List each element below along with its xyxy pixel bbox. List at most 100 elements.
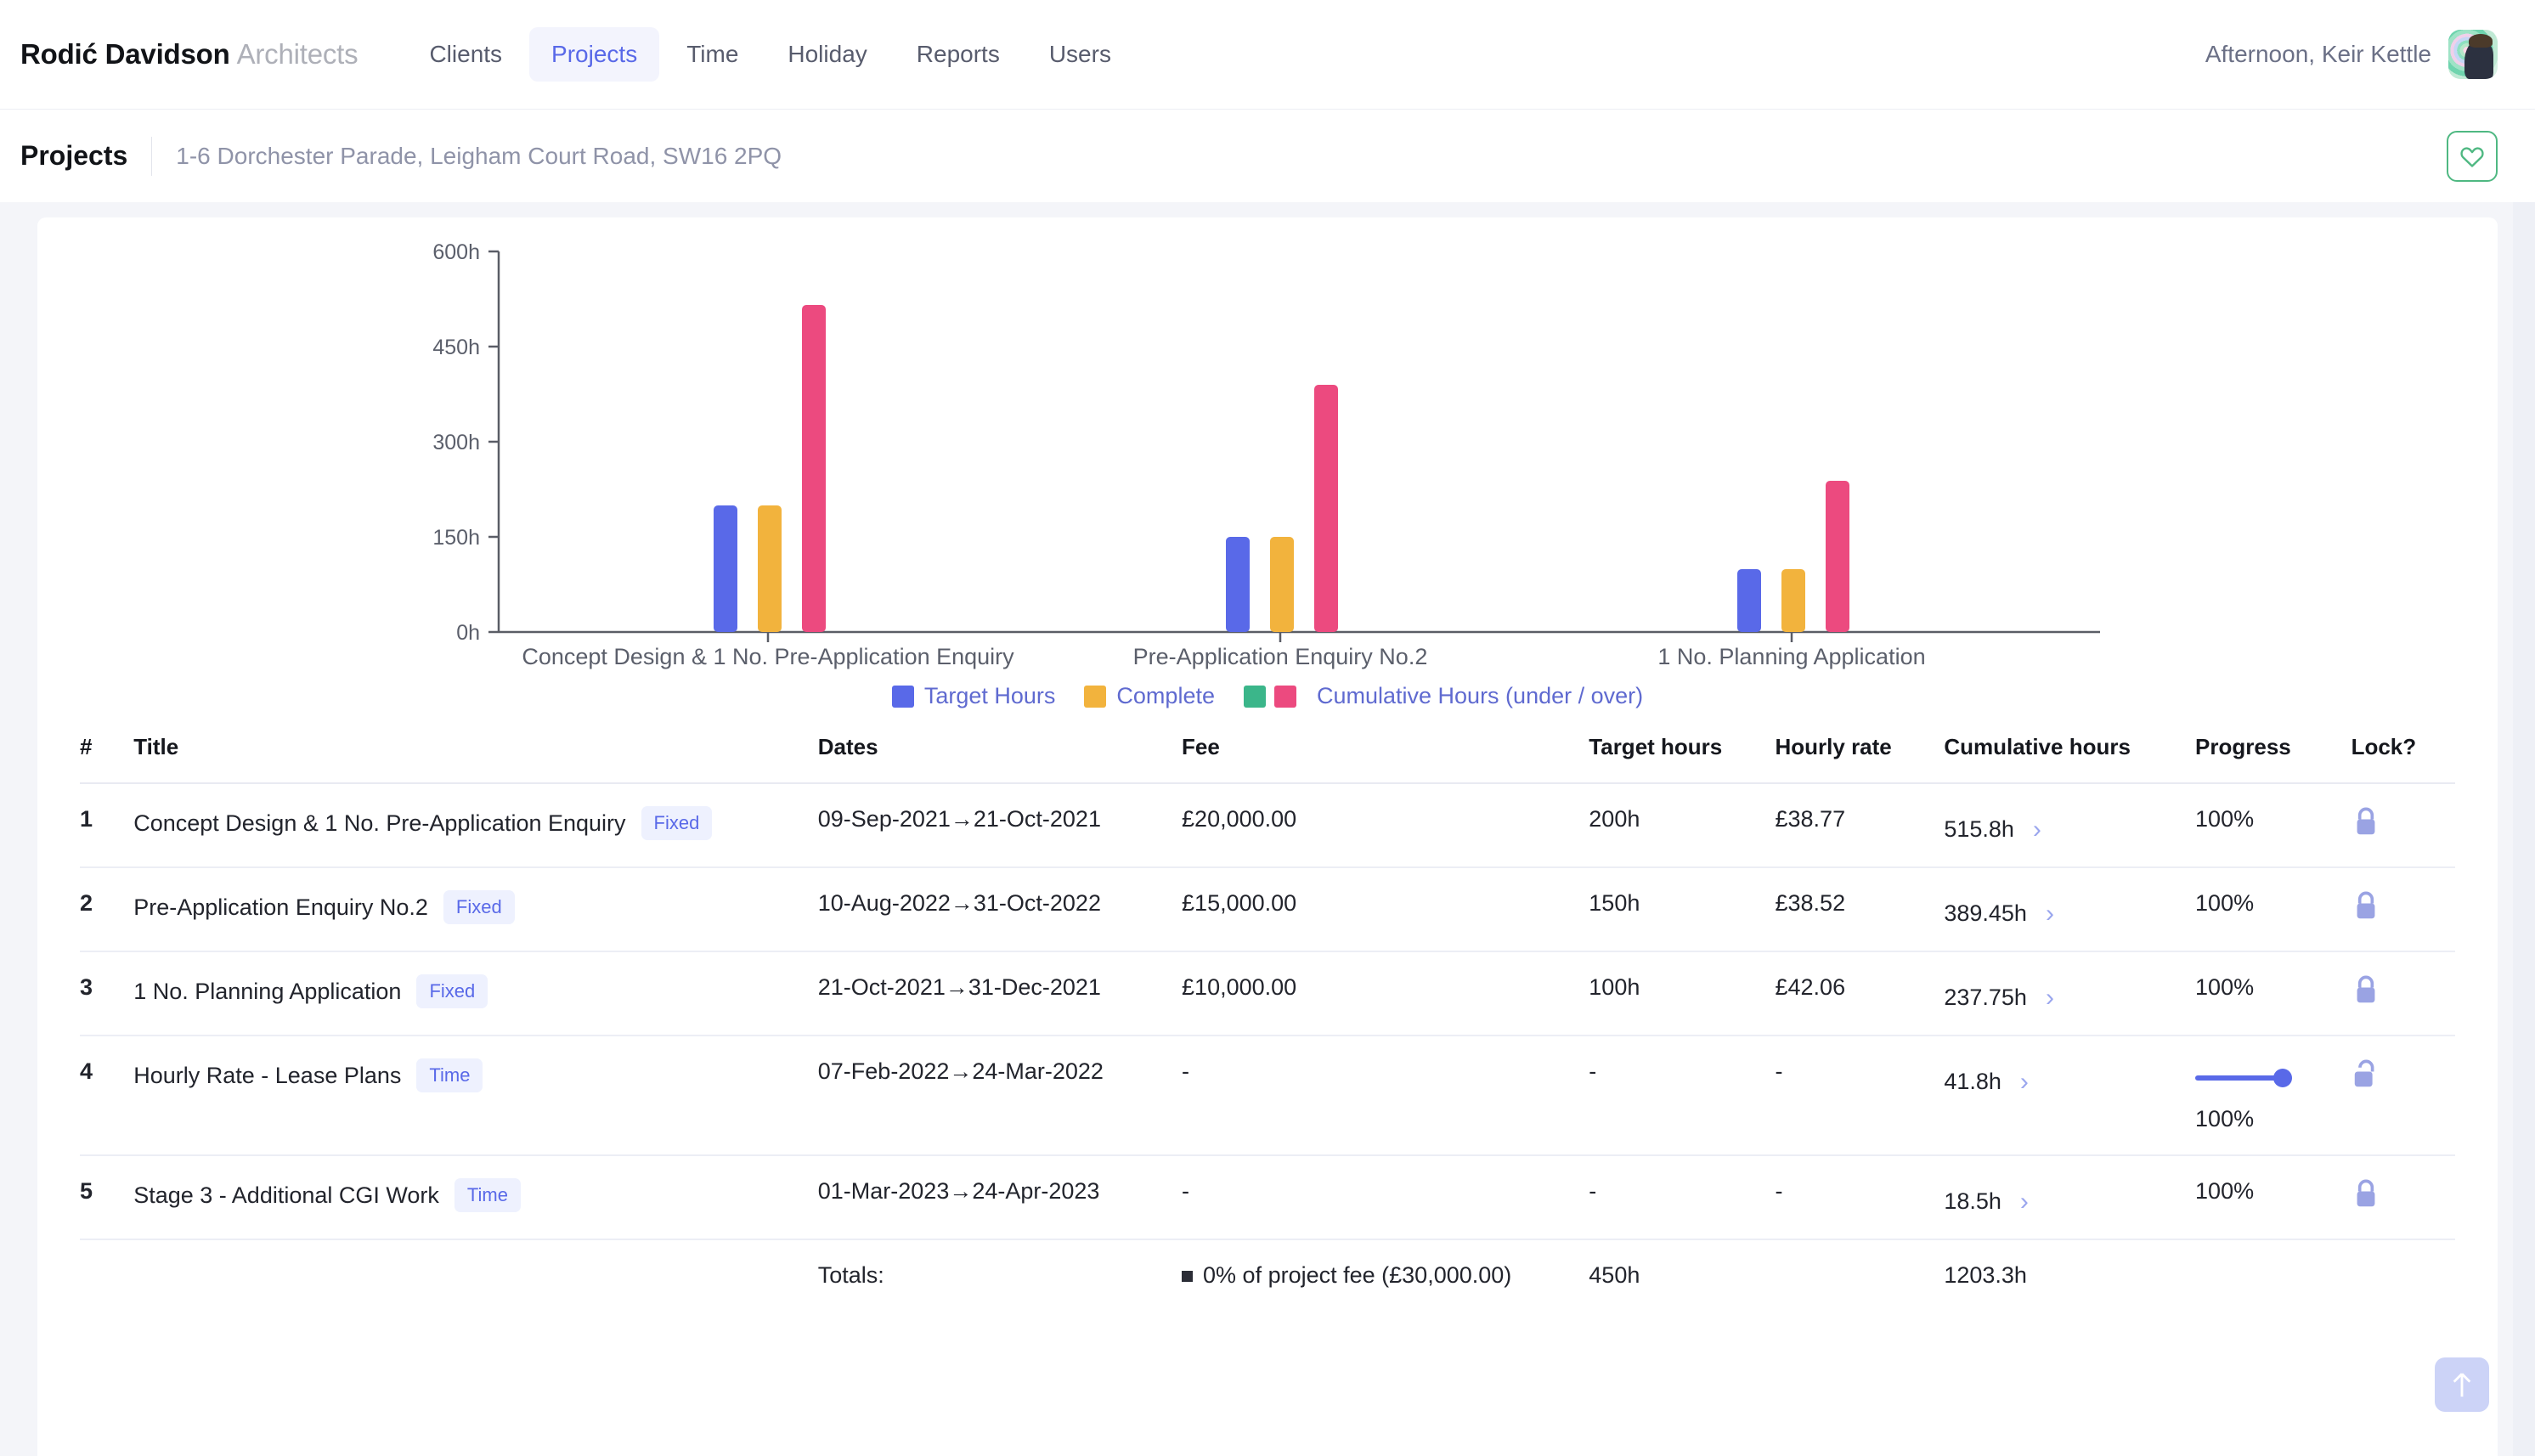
x-tick-label-1: Pre-Application Enquiry No.2 xyxy=(1133,644,1428,669)
row-title-cell: Pre-Application Enquiry No.2 Fixed xyxy=(133,867,818,952)
lock-open-icon[interactable] xyxy=(2352,1058,2380,1091)
slider-handle[interactable] xyxy=(2273,1069,2293,1087)
nav-item-reports[interactable]: Reports xyxy=(895,27,1022,82)
row-title-cell: 1 No. Planning Application Fixed xyxy=(133,951,818,1036)
legend-item-complete[interactable]: Complete xyxy=(1084,683,1215,709)
bar-cumulative-0 xyxy=(802,305,826,632)
legend-swatch-over xyxy=(1273,685,1296,708)
chevron-right-icon[interactable]: › xyxy=(2033,816,2041,843)
row-lock-cell[interactable] xyxy=(2351,783,2455,868)
page-title: Projects xyxy=(20,140,128,171)
row-dates: 09-Sep-2021→21-Oct-2021 xyxy=(817,783,1183,868)
row-cumulative-cell[interactable]: 389.45h › xyxy=(1944,867,2196,952)
row-progress: 100% xyxy=(2195,806,2255,832)
app-logo[interactable]: Rodić Davidson Architects xyxy=(20,38,359,71)
row-progress-cell: 100% xyxy=(2195,783,2352,868)
row-dates: 21-Oct-2021→31-Dec-2021 xyxy=(817,951,1183,1036)
bar-cumulative-2 xyxy=(1826,481,1849,632)
row-hourly-rate: £38.52 xyxy=(1775,867,1945,952)
lock-closed-icon[interactable] xyxy=(2352,974,2380,1007)
row-type-badge: Fixed xyxy=(416,974,488,1008)
row-cumulative-cell[interactable]: 18.5h › xyxy=(1944,1155,2196,1240)
project-card: 600h 450h 300h 150h 0h Concept Design & … xyxy=(37,217,2498,1456)
column-header-progress: Progress xyxy=(2195,715,2352,784)
chevron-right-icon[interactable]: › xyxy=(2046,900,2054,927)
table-row[interactable]: 3 1 No. Planning Application Fixed 21-Oc… xyxy=(80,951,2455,1036)
main-nav: Clients Projects Time Holiday Reports Us… xyxy=(407,27,1133,82)
heart-icon xyxy=(2460,146,2484,167)
page-scrollbar[interactable] xyxy=(2513,202,2535,1456)
avatar[interactable] xyxy=(2448,30,2498,79)
nav-item-clients[interactable]: Clients xyxy=(407,27,524,82)
lock-closed-icon[interactable] xyxy=(2352,890,2380,923)
totals-fee: 0% of project fee (£30,000.00) xyxy=(1203,1262,1512,1288)
lock-closed-icon[interactable] xyxy=(2352,806,2380,838)
bar-complete-1 xyxy=(1270,537,1294,632)
page-body: 600h 450h 300h 150h 0h Concept Design & … xyxy=(0,202,2535,1456)
square-bullet-icon xyxy=(1182,1271,1194,1283)
top-navigation-bar: Rodić Davidson Architects Clients Project… xyxy=(0,0,2535,109)
hours-bar-chart: 600h 450h 300h 150h 0h Concept Design & … xyxy=(80,240,2455,715)
totals-spacer-index xyxy=(80,1239,133,1311)
table-row[interactable]: 4 Hourly Rate - Lease Plans Time 07-Feb-… xyxy=(80,1036,2455,1156)
avatar-hair xyxy=(2469,34,2493,48)
row-progress-cell: 100% xyxy=(2195,1036,2352,1156)
row-target-hours: 200h xyxy=(1589,783,1776,868)
totals-fee-cell: 0% of project fee (£30,000.00) xyxy=(1182,1239,1589,1311)
breadcrumb-project-name: 1-6 Dorchester Parade, Leigham Court Roa… xyxy=(176,142,782,169)
row-type-badge: Fixed xyxy=(443,890,515,924)
progress-slider[interactable] xyxy=(2195,1064,2297,1092)
row-title: Pre-Application Enquiry No.2 xyxy=(133,894,428,920)
table-row[interactable]: 1 Concept Design & 1 No. Pre-Application… xyxy=(80,783,2455,868)
totals-spacer-title xyxy=(133,1239,818,1311)
row-index: 1 xyxy=(80,783,134,868)
slider-track xyxy=(2195,1075,2284,1081)
row-progress-cell: 100% xyxy=(2195,951,2352,1036)
bar-target-1 xyxy=(1226,537,1250,632)
row-dates: 10-Aug-2022→31-Oct-2022 xyxy=(817,867,1183,952)
column-header-fee: Fee xyxy=(1182,715,1589,784)
breadcrumb-bar: Projects 1-6 Dorchester Parade, Leigham … xyxy=(0,109,2535,202)
table-row[interactable]: 2 Pre-Application Enquiry No.2 Fixed 10-… xyxy=(80,867,2455,952)
chevron-right-icon[interactable]: › xyxy=(2020,1069,2029,1095)
row-cumulative-hours: 515.8h xyxy=(1944,816,2014,842)
favourite-button[interactable] xyxy=(2447,130,2498,182)
column-header-dates: Dates xyxy=(817,715,1183,784)
legend-swatch-pair-cumulative xyxy=(1243,685,1296,708)
row-lock-cell[interactable] xyxy=(2351,951,2455,1036)
row-title: 1 No. Planning Application xyxy=(133,978,402,1004)
row-index: 3 xyxy=(80,951,134,1036)
nav-item-users[interactable]: Users xyxy=(1027,27,1133,82)
row-cumulative-cell[interactable]: 41.8h › xyxy=(1944,1036,2196,1156)
row-lock-cell[interactable] xyxy=(2351,867,2455,952)
row-type-badge: Time xyxy=(454,1178,521,1212)
lock-closed-icon[interactable] xyxy=(2352,1178,2380,1211)
row-lock-cell[interactable] xyxy=(2351,1036,2455,1156)
chevron-right-icon[interactable]: › xyxy=(2020,1188,2029,1215)
y-tick-300: 300h xyxy=(432,431,480,454)
table-row[interactable]: 5 Stage 3 - Additional CGI Work Time 01-… xyxy=(80,1155,2455,1240)
legend-item-cumulative-hours[interactable]: Cumulative Hours (under / over) xyxy=(1243,683,1643,709)
scroll-to-top-button[interactable] xyxy=(2435,1357,2489,1412)
row-lock-cell[interactable] xyxy=(2351,1155,2455,1240)
row-hourly-rate: £42.06 xyxy=(1775,951,1945,1036)
row-progress-cell: 100% xyxy=(2195,867,2352,952)
arrow-up-icon xyxy=(2453,1373,2471,1397)
nav-item-holiday[interactable]: Holiday xyxy=(765,27,889,82)
totals-spacer-lock xyxy=(2352,1239,2455,1311)
y-tick-600: 600h xyxy=(432,240,480,264)
legend-item-target-hours[interactable]: Target Hours xyxy=(891,683,1055,709)
chevron-right-icon[interactable]: › xyxy=(2046,985,2054,1011)
row-hourly-rate: - xyxy=(1775,1036,1945,1156)
row-type-badge: Fixed xyxy=(641,806,713,840)
totals-target-hours: 450h xyxy=(1589,1262,1640,1288)
column-header-title: Title xyxy=(133,715,818,784)
row-cumulative-cell[interactable]: 515.8h › xyxy=(1944,783,2196,868)
row-cumulative-cell[interactable]: 237.75h › xyxy=(1944,951,2196,1036)
row-progress: 100% xyxy=(2195,974,2255,1000)
nav-item-time[interactable]: Time xyxy=(664,27,760,82)
column-header-rate: Hourly rate xyxy=(1775,715,1945,784)
bar-cumulative-1 xyxy=(1314,385,1338,632)
column-header-lock: Lock? xyxy=(2351,715,2455,784)
nav-item-projects[interactable]: Projects xyxy=(529,27,660,82)
